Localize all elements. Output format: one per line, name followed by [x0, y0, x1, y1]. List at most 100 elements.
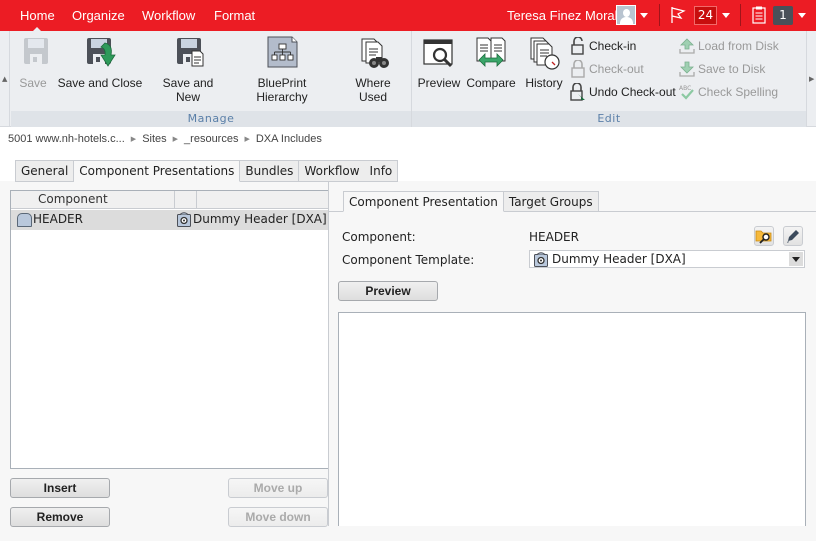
preview-button[interactable]: Preview [338, 281, 438, 301]
svg-text:ABC: ABC [679, 85, 691, 92]
tasks-badge[interactable]: 1 [773, 6, 793, 25]
component-template-label: Component Template: [342, 253, 475, 267]
tab-target-groups[interactable]: Target Groups [503, 191, 599, 212]
tab-general[interactable]: General [16, 160, 75, 182]
tab-format[interactable]: Format [214, 8, 255, 23]
history-button[interactable]: History [522, 35, 566, 90]
tab-component-presentations[interactable]: Component Presentations [74, 160, 241, 182]
load-from-disk-label: Load from Disk [698, 39, 779, 53]
check-in-icon [571, 37, 584, 55]
save-to-disk-icon [679, 61, 695, 77]
tasks-chevron-down-icon[interactable] [798, 13, 806, 18]
component-template-select[interactable]: Dummy Header [DXA] [529, 250, 805, 268]
breadcrumb-item[interactable]: _resources [184, 133, 238, 145]
panel-divider [328, 181, 329, 526]
check-spelling-icon: ABC [679, 85, 694, 100]
ribbon-scroll-right[interactable]: ▶ [806, 31, 816, 127]
undo-check-out-icon [570, 83, 585, 101]
check-spelling-label: Check Spelling [698, 85, 779, 99]
undo-check-out-label: Undo Check-out [589, 85, 676, 99]
component-icon [17, 213, 32, 227]
browse-component-button[interactable] [754, 226, 774, 246]
list-header: Component [11, 191, 329, 209]
column-header-component[interactable]: Component [11, 191, 175, 209]
save-and-new-icon [177, 38, 204, 67]
user-menu-chevron-down-icon[interactable] [640, 13, 648, 18]
edit-component-button[interactable] [783, 226, 803, 246]
move-up-button[interactable]: Move up [228, 478, 328, 498]
where-used-label: Where Used [355, 76, 391, 104]
blueprint-hierarchy-button[interactable]: BluePrint Hierarchy [232, 35, 332, 104]
load-from-disk-icon [679, 38, 695, 54]
history-icon [530, 37, 560, 70]
save-and-close-label: Save and Close [57, 76, 143, 90]
tab-bundles[interactable]: Bundles [240, 160, 300, 182]
divider [740, 4, 741, 26]
preview-area [338, 312, 806, 526]
check-in-label: Check-in [589, 39, 637, 53]
chevron-down-icon[interactable] [789, 252, 803, 266]
breadcrumb-item[interactable]: DXA Includes [256, 133, 322, 145]
compare-label: Compare [466, 76, 516, 90]
tab-workflow[interactable]: Workflow [142, 8, 195, 23]
ribbon-scroll-left[interactable]: ▲ [0, 31, 10, 127]
preview-ribbon-button[interactable]: Preview [416, 35, 462, 90]
blueprint-hierarchy-icon [267, 36, 298, 68]
notifications-badge[interactable]: 24 [694, 6, 717, 25]
top-bar: Home Organize Workflow Format Teresa Fin… [0, 0, 816, 33]
save-and-new-label: Save and [162, 76, 214, 90]
save-button[interactable]: Save [14, 35, 52, 90]
preview-ribbon-label: Preview [417, 76, 461, 90]
ribbon: ▲ ▶ Save Save and Close Save and New Blu… [0, 31, 816, 127]
manage-group-label: Manage [11, 111, 411, 127]
component-label: Component: [342, 230, 416, 244]
tab-organize[interactable]: Organize [72, 8, 125, 23]
save-and-close-icon [87, 38, 116, 67]
main-tabs: General Component Presentations Bundles … [15, 160, 399, 182]
folder-search-icon [755, 230, 772, 244]
save-icon [24, 38, 48, 64]
breadcrumb-item[interactable]: Sites [142, 133, 166, 145]
edit-group-label: Edit [412, 111, 806, 127]
tab-workflow-info[interactable]: Workflow [299, 160, 365, 182]
save-label: Save [19, 76, 47, 90]
save-and-new-button[interactable]: Save and New [156, 35, 220, 104]
row-component: HEADER [33, 212, 83, 226]
history-label: History [525, 76, 563, 90]
preview-icon [423, 39, 453, 68]
check-out-label: Check-out [589, 62, 644, 76]
divider [659, 4, 660, 26]
user-name[interactable]: Teresa Finez Moral [507, 8, 618, 23]
notifications-chevron-down-icon[interactable] [722, 13, 730, 18]
chevron-right-icon: ▶ [244, 136, 250, 143]
check-out-icon [571, 60, 585, 78]
detail-tabs: Component Presentation Target Groups [343, 191, 599, 212]
remove-button[interactable]: Remove [10, 507, 110, 527]
flag-icon[interactable] [670, 6, 686, 24]
avatar[interactable] [616, 5, 636, 25]
tab-info[interactable]: Info [364, 160, 399, 182]
save-and-close-button[interactable]: Save and Close [56, 35, 144, 90]
component-value: HEADER [529, 230, 579, 244]
tab-component-presentation[interactable]: Component Presentation [343, 191, 504, 212]
move-down-button[interactable]: Move down [228, 507, 328, 527]
chevron-up-icon: ▲ [2, 75, 8, 83]
pencil-icon [787, 230, 799, 243]
chevron-right-icon: ▶ [809, 75, 815, 83]
tab-home[interactable]: Home [20, 8, 55, 33]
save-to-disk-label: Save to Disk [698, 62, 766, 76]
component-template-value: Dummy Header [DXA] [552, 252, 686, 266]
insert-button[interactable]: Insert [10, 478, 110, 498]
row-template: Dummy Header [DXA] [193, 212, 327, 226]
component-template-icon [177, 212, 191, 227]
where-used-button[interactable]: Where Used [340, 35, 406, 104]
compare-button[interactable]: Compare [466, 35, 516, 90]
breadcrumb-item[interactable]: 5001 www.nh-hotels.c... [8, 133, 125, 145]
breadcrumb: 5001 www.nh-hotels.c... ▶ Sites ▶ _resources… [8, 133, 322, 145]
list-row[interactable]: HEADER Dummy Header [DXA] [11, 210, 329, 230]
chevron-right-icon: ▶ [130, 136, 137, 143]
clipboard-icon[interactable] [752, 6, 766, 24]
component-presentations-list: Component HEADER Dummy Header [DXA] [10, 190, 329, 469]
chevron-right-icon: ▶ [172, 136, 179, 143]
column-header-icon[interactable] [175, 191, 197, 209]
